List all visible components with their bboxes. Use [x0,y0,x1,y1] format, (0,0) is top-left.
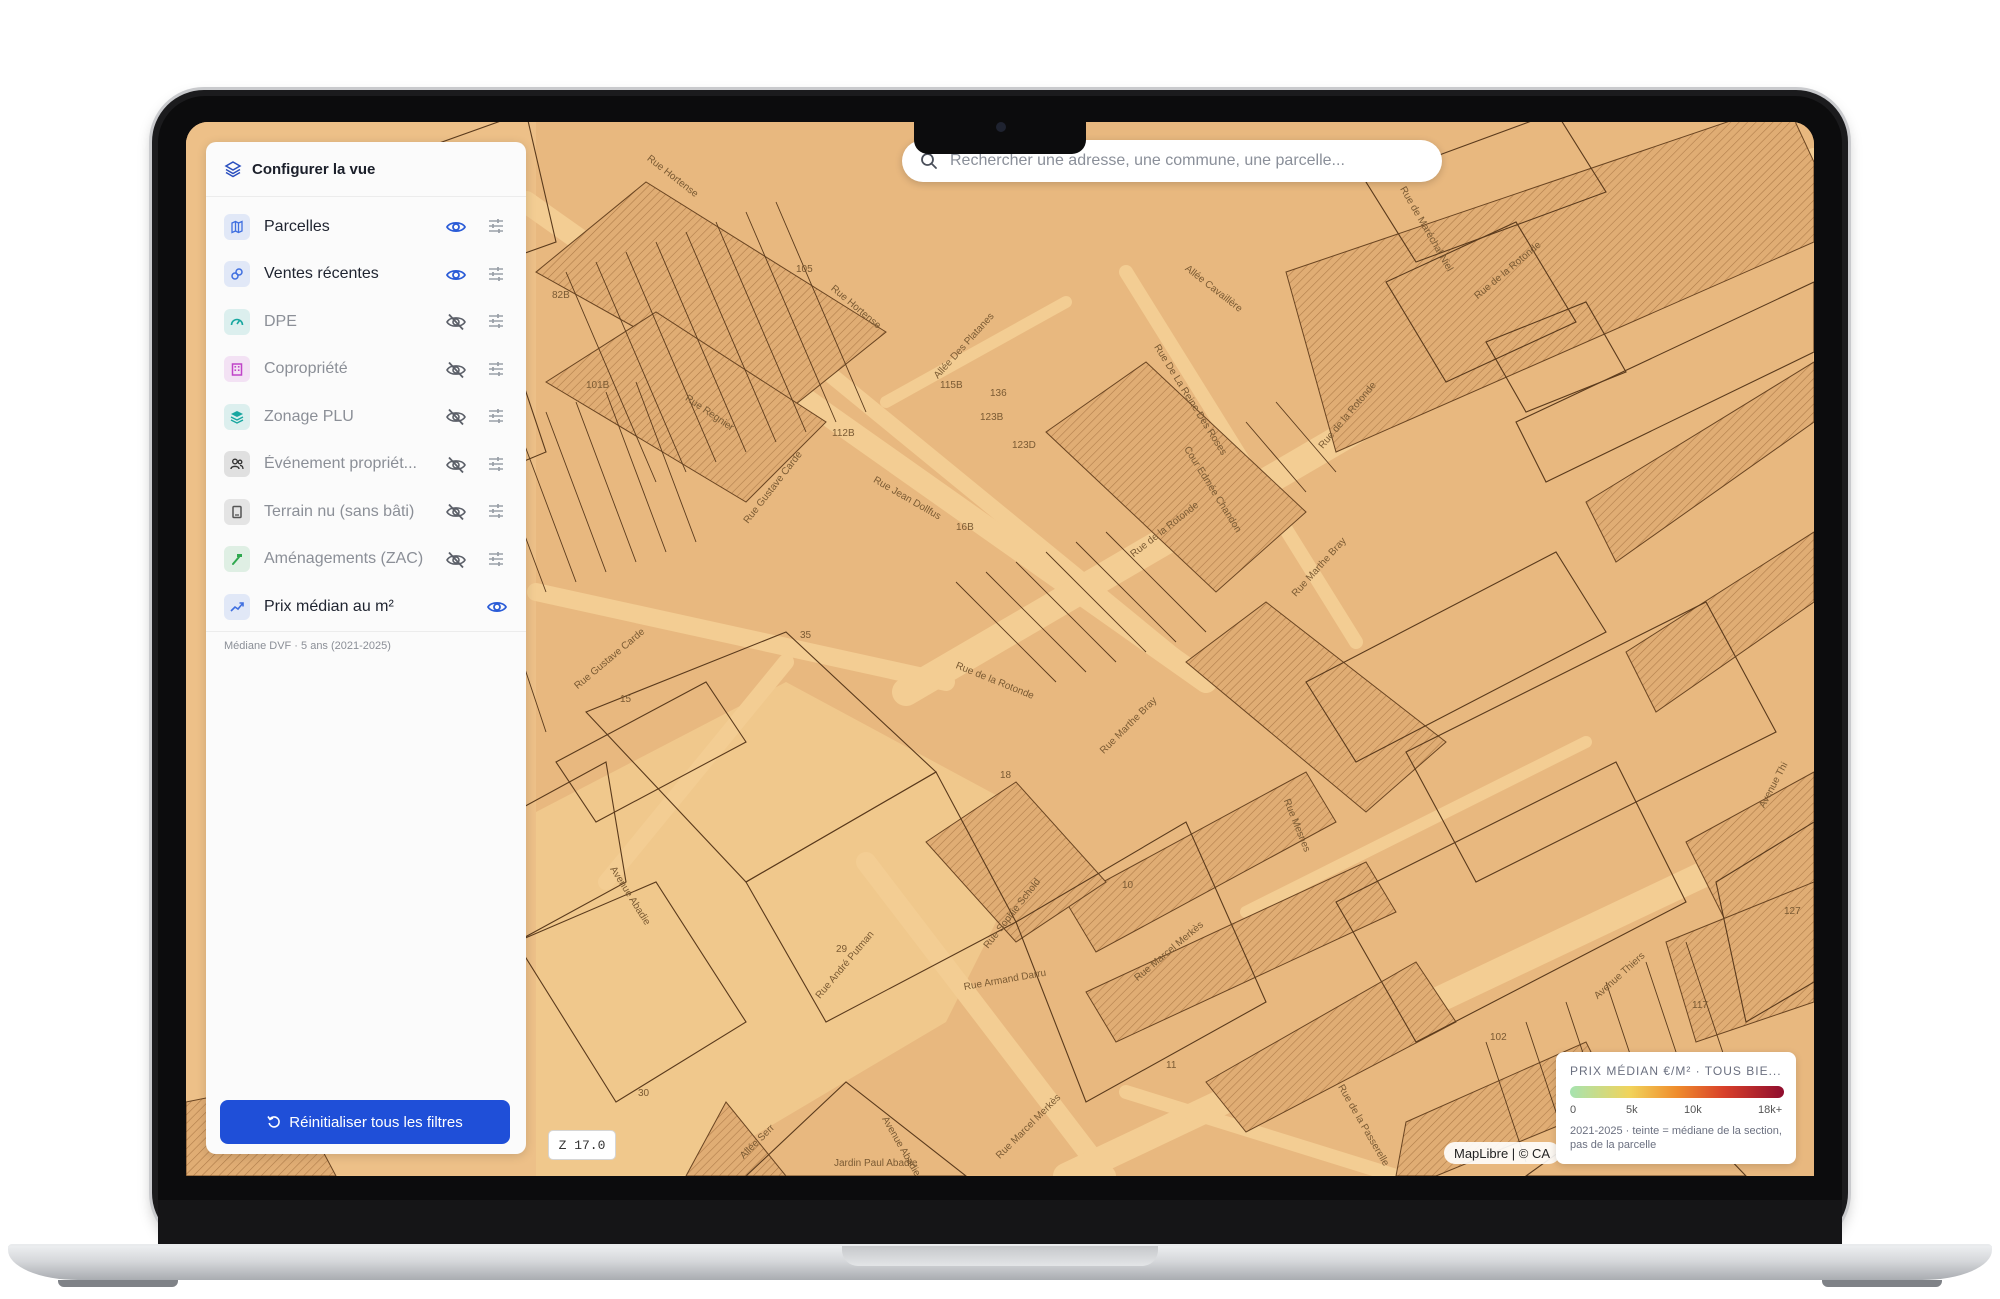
parcel-number: 101B [586,380,610,391]
layer-label: Aménagements (ZAC) [264,550,424,568]
parcel-number: 10 [1122,880,1134,891]
panel-header: Configurer la vue [206,142,526,197]
camera-notch [914,110,1086,154]
filter-sliders-icon[interactable] [486,454,506,479]
eye-icon[interactable] [445,264,467,291]
layer-label: Parcelles [264,217,330,235]
laptop-foot [58,1280,178,1287]
parcel-number: 123D [1012,440,1036,451]
parcel-number: 82B [552,290,570,301]
parcel-number: 35 [800,630,812,641]
parcel-number: 15 [620,694,632,705]
eye-off-icon[interactable] [445,454,467,481]
parcel-number: 115B [940,380,963,391]
layer-row[interactable]: Ventes récentes [206,251,526,299]
parcel-number: 127 [1784,906,1801,917]
panel-title: Configurer la vue [252,160,376,178]
filter-sliders-icon[interactable] [486,264,506,289]
laptop-foot [1822,1280,1942,1287]
layer-row[interactable]: Événement propriét... [206,441,526,489]
divider [206,630,526,632]
filter-sliders-icon[interactable] [486,311,506,336]
layer-label: DPE [264,312,297,330]
search-input[interactable] [948,151,1422,171]
parcel-number: 29 [836,944,848,955]
screen: Rue Hortense Rue Hortense Allée Cavaillè… [186,122,1814,1176]
layers-panel: Configurer la vue Parcelles Ventes récent… [206,142,526,1154]
parcel-number: 117 [1692,1000,1708,1011]
eye-off-icon[interactable] [445,311,467,338]
parcel-number: 105 [796,264,813,275]
parcel-number: 16B [956,522,974,533]
layers-icon [224,403,250,430]
link-icon [224,261,250,288]
eye-off-icon[interactable] [445,406,467,433]
parcel-number: 102 [1490,1032,1507,1043]
parcel-number: 11 [1166,1060,1177,1071]
laptop-chin [158,1200,1842,1246]
hammer-icon [224,546,250,573]
legend-tick: 18k+ [1758,1104,1783,1116]
gauge-icon [224,308,250,335]
layers-icon [224,161,242,178]
filter-sliders-icon[interactable] [486,406,506,431]
layer-label: Prix médian au m² [264,597,394,615]
parcel-number: 30 [638,1088,650,1099]
eye-off-icon[interactable] [445,501,467,528]
reset-icon [267,1116,281,1128]
layer-row[interactable]: Copropriété [206,346,526,394]
camera-icon [996,122,1006,132]
layer-label: Ventes récentes [264,265,379,283]
layer-label: Zonage PLU [264,407,354,425]
filter-sliders-icon[interactable] [486,549,506,574]
layer-row[interactable]: Aménagements (ZAC) [206,536,526,584]
layer-row[interactable]: Zonage PLU [206,393,526,441]
price-legend: PRIX MÉDIAN €/M² · TOUS BIE... 0 5k 10k … [1556,1052,1796,1164]
layer-list: Parcelles Ventes récentes DPE Copropriété Zo… [206,203,526,631]
street-label: Jardin Paul Abadie [834,1158,918,1169]
panel-note: Médiane DVF · 5 ans (2021-2025) [224,639,391,652]
layer-label: Terrain nu (sans bâti) [264,502,415,520]
filter-sliders-icon[interactable] [486,501,506,526]
zoom-indicator: Z 17.0 [548,1130,616,1160]
legend-note: 2021-2025 · teinte = médiane de la secti… [1570,1125,1782,1151]
layer-row[interactable]: Terrain nu (sans bâti) [206,488,526,536]
attribution-text: MapLibre | © CA [1454,1145,1551,1161]
reset-label: Réinitialiser tous les filtres [289,1113,463,1131]
parcel-number: 136 [990,388,1007,399]
search-icon [921,153,937,169]
layer-row[interactable]: DPE [206,298,526,346]
map-attribution[interactable]: MapLibre | © CA [1444,1142,1561,1164]
legend-tick: 0 [1570,1104,1577,1116]
filter-sliders-icon[interactable] [486,359,506,384]
legend-color-scale [1570,1086,1784,1098]
parcel-number: 123B [980,412,1004,423]
users-icon [224,451,250,478]
layer-row[interactable]: Prix médian au m² [206,583,526,631]
parcel-number: 18 [1000,770,1012,781]
filter-sliders-icon[interactable] [486,216,506,241]
laptop-opening-notch [842,1246,1158,1266]
eye-off-icon[interactable] [445,549,467,576]
legend-tick: 5k [1626,1104,1638,1116]
eye-icon[interactable] [445,216,467,243]
building-icon [224,356,250,383]
parcel-number: 112B [832,428,855,439]
layer-label: Copropriété [264,360,348,378]
eye-icon[interactable] [486,596,508,623]
square-icon [224,498,250,525]
eye-off-icon[interactable] [445,359,467,386]
layer-label: Événement propriét... [264,455,417,473]
map-icon [224,213,250,240]
legend-title: PRIX MÉDIAN €/M² · TOUS BIE... [1570,1064,1782,1078]
reset-filters-button[interactable]: Réinitialiser tous les filtres [220,1100,510,1144]
layer-row[interactable]: Parcelles [206,203,526,251]
legend-tick: 10k [1684,1104,1702,1116]
trend-icon [224,593,250,620]
